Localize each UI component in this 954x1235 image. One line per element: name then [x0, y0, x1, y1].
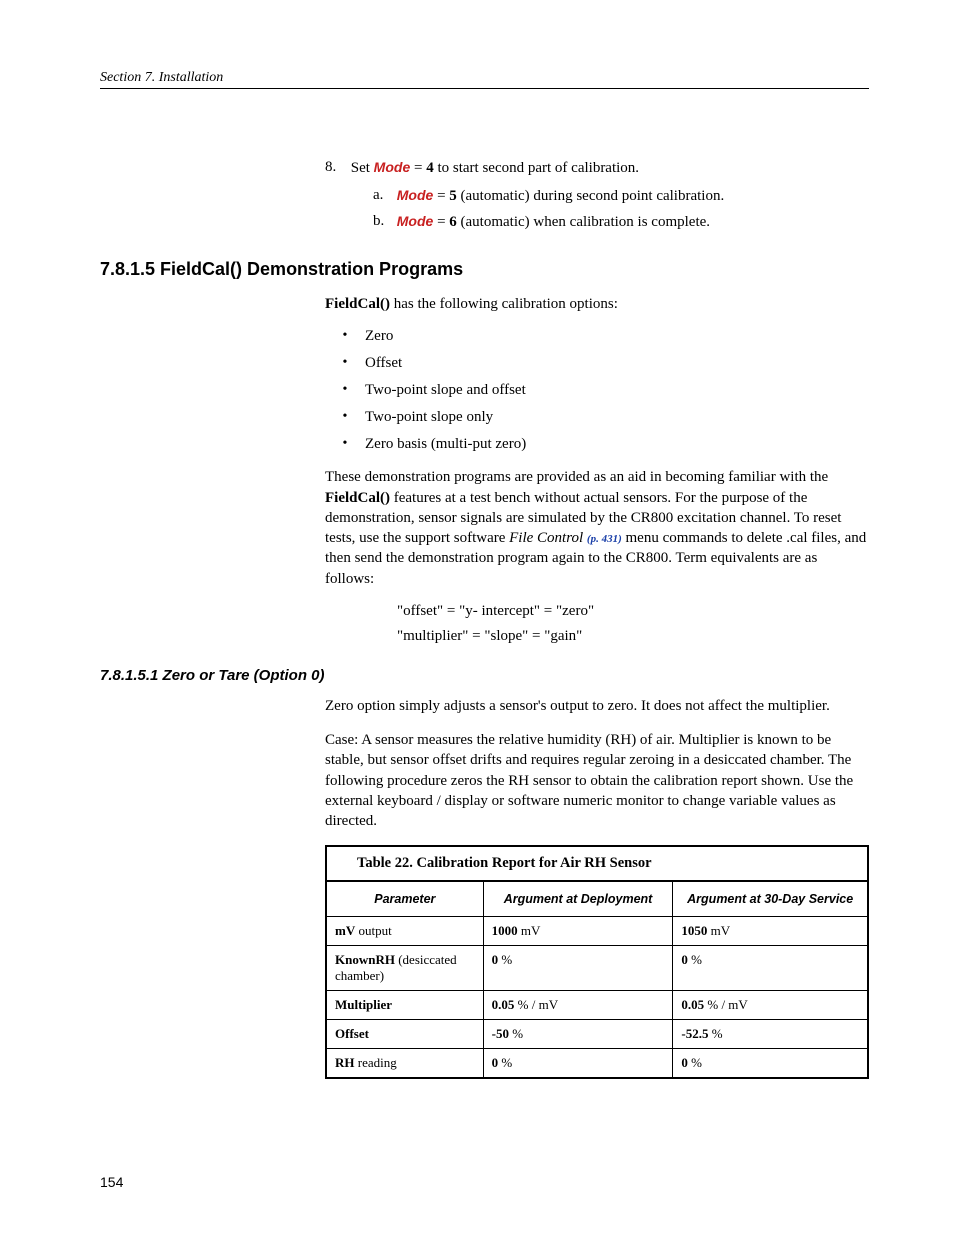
sub-label: b.: [373, 213, 393, 230]
cell-service: 0 %: [673, 1049, 868, 1079]
table-row: Offset-50 %-52.5 %: [326, 1020, 868, 1049]
cell-service: 1050 mV: [673, 917, 868, 946]
table-row: KnownRH (desiccated chamber)0 %0 %: [326, 946, 868, 991]
table-row: mV output1000 mV1050 mV: [326, 917, 868, 946]
table-row: Multiplier0.05 % / mV0.05 % / mV: [326, 991, 868, 1020]
col-header-deployment: Argument at Deployment: [483, 881, 673, 917]
equiv-line-1: "offset" = "y- intercept" = "zero": [397, 603, 869, 620]
cell-service: -52.5 %: [673, 1020, 868, 1049]
equiv-line-2: "multiplier" = "slope" = "gain": [397, 628, 869, 645]
page-number: 154: [100, 1174, 123, 1190]
mode-keyword: Mode: [374, 159, 411, 175]
text: These demonstration programs are provide…: [325, 469, 828, 485]
text: Set: [351, 160, 374, 176]
bullet-text: Two-point slope only: [365, 409, 869, 426]
heading-fieldcal-demo: 7.8.1.5 FieldCal() Demonstration Program…: [100, 259, 869, 280]
cell-deployment: -50 %: [483, 1020, 673, 1049]
col-header-service: Argument at 30-Day Service: [673, 881, 868, 917]
value: 6: [449, 214, 457, 230]
sub-text: Mode = 6 (automatic) when calibration is…: [397, 214, 710, 230]
cell-deployment: 1000 mV: [483, 917, 673, 946]
step-text: Set Mode = 4 to start second part of cal…: [351, 160, 639, 176]
running-header: Section 7. Installation: [100, 70, 869, 89]
page-reference-link[interactable]: (p. 431): [587, 533, 622, 545]
bullet-text: Offset: [365, 355, 869, 372]
file-control-term: File Control: [509, 530, 587, 546]
options-list: •Zero •Offset •Two-point slope and offse…: [325, 328, 869, 453]
list-item: •Two-point slope only: [325, 409, 869, 426]
intro-paragraph: FieldCal() has the following calibration…: [325, 294, 869, 314]
list-step-8: 8. Set Mode = 4 to start second part of …: [325, 159, 869, 177]
sub-label: a.: [373, 187, 393, 204]
bullet-text: Zero basis (multi-put zero): [365, 436, 869, 453]
bullet-icon: •: [325, 355, 365, 372]
text: to start second part of calibration.: [434, 160, 639, 176]
table-caption: Table 22. Calibration Report for Air RH …: [325, 845, 869, 880]
zero-paragraph-1: Zero option simply adjusts a sensor's ou…: [325, 696, 869, 716]
cell-parameter: mV output: [326, 917, 483, 946]
text: =: [433, 188, 449, 204]
cell-deployment: 0 %: [483, 946, 673, 991]
bullet-icon: •: [325, 328, 365, 345]
list-item: •Two-point slope and offset: [325, 382, 869, 399]
mode-keyword: Mode: [397, 213, 434, 229]
bullet-text: Two-point slope and offset: [365, 382, 869, 399]
text: =: [433, 214, 449, 230]
text: (automatic) during second point calibrat…: [457, 188, 724, 204]
text: has the following calibration options:: [390, 296, 618, 312]
fieldcal-keyword: FieldCal(): [325, 296, 390, 312]
zero-paragraph-2: Case: A sensor measures the relative hum…: [325, 730, 869, 831]
bullet-icon: •: [325, 382, 365, 399]
list-item: •Zero: [325, 328, 869, 345]
bullet-icon: •: [325, 409, 365, 426]
list-item: •Offset: [325, 355, 869, 372]
list-item: •Zero basis (multi-put zero): [325, 436, 869, 453]
cell-deployment: 0 %: [483, 1049, 673, 1079]
cell-parameter: KnownRH (desiccated chamber): [326, 946, 483, 991]
substep-b: b. Mode = 6 (automatic) when calibration…: [373, 213, 869, 231]
cell-service: 0 %: [673, 946, 868, 991]
bullet-text: Zero: [365, 328, 869, 345]
calibration-report-table: Table 22. Calibration Report for Air RH …: [325, 845, 869, 1079]
step-8-block: 8. Set Mode = 4 to start second part of …: [325, 159, 869, 231]
cell-parameter: RH reading: [326, 1049, 483, 1079]
text: (automatic) when calibration is complete…: [457, 214, 710, 230]
text: =: [410, 160, 426, 176]
heading-zero-or-tare: 7.8.1.5.1 Zero or Tare (Option 0): [100, 667, 869, 684]
fieldcal-keyword: FieldCal(): [325, 490, 390, 506]
table-row: RH reading0 %0 %: [326, 1049, 868, 1079]
sub-text: Mode = 5 (automatic) during second point…: [397, 188, 724, 204]
value: 5: [449, 188, 457, 204]
cell-service: 0.05 % / mV: [673, 991, 868, 1020]
cell-parameter: Offset: [326, 1020, 483, 1049]
term-equivalents: "offset" = "y- intercept" = "zero" "mult…: [397, 603, 869, 645]
col-header-parameter: Parameter: [326, 881, 483, 917]
bullet-icon: •: [325, 436, 365, 453]
demo-paragraph: These demonstration programs are provide…: [325, 467, 869, 589]
mode-keyword: Mode: [397, 187, 434, 203]
value: 4: [426, 160, 434, 176]
cell-parameter: Multiplier: [326, 991, 483, 1020]
cell-deployment: 0.05 % / mV: [483, 991, 673, 1020]
substep-a: a. Mode = 5 (automatic) during second po…: [373, 187, 869, 205]
step-number: 8.: [325, 159, 347, 176]
